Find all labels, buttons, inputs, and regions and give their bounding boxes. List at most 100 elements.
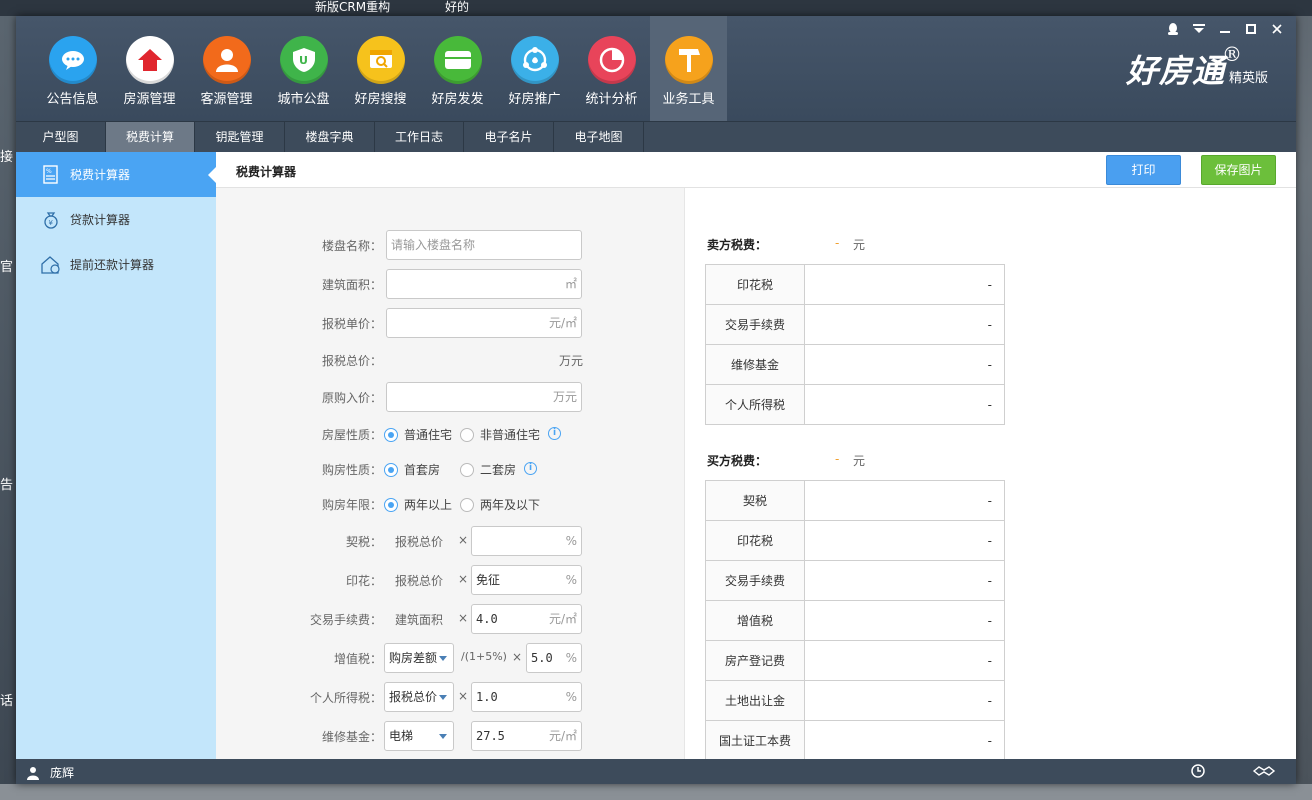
fee-value: - — [804, 520, 1005, 561]
calculator-icon: % — [40, 164, 62, 186]
share-icon — [510, 36, 559, 84]
nav-item-0[interactable]: 公告信息 — [34, 16, 111, 121]
handshake-icon[interactable] — [1252, 763, 1276, 779]
fee-value: - — [804, 264, 1005, 305]
chevron-down-icon — [439, 695, 447, 700]
info-icon[interactable]: i — [548, 427, 561, 440]
radio-second-home[interactable]: 二套房 — [460, 461, 516, 478]
maintenance-fund-rate-input[interactable]: 27.5 元/㎡ — [471, 721, 582, 751]
content-header: 税费计算器 打印 保存图片 — [216, 152, 1296, 188]
fee-name: 个人所得税 — [705, 384, 805, 425]
income-tax-base-select[interactable]: 报税总价 — [384, 682, 454, 712]
info-icon[interactable]: i — [524, 462, 537, 475]
minimize-icon[interactable] — [1212, 20, 1238, 38]
radio-two-years-or-less[interactable]: 两年及以下 — [460, 496, 540, 513]
desktop-task-crm[interactable]: 新版CRM重构 — [315, 0, 390, 16]
fee-name: 交易手续费 — [705, 304, 805, 345]
form-row-estate: 楼盘名称： 请输入楼盘名称 — [216, 230, 684, 260]
nav-item-label: 好房发发 — [431, 92, 484, 107]
fee-value: - — [804, 560, 1005, 601]
multiply-sign: × — [458, 689, 469, 703]
area-input[interactable]: ㎡ — [386, 269, 582, 299]
maintenance-fund-label: 维修基金： — [321, 730, 382, 744]
desktop-taskbar-bottom — [0, 784, 1312, 800]
multiply-sign: × — [458, 611, 469, 625]
deed-tax-base: 报税总价 — [395, 535, 444, 549]
desktop-text: 话 — [0, 694, 14, 709]
tab-floor-plan[interactable]: 户型图 — [16, 122, 106, 153]
nav-item-7[interactable]: 统计分析 — [573, 16, 650, 121]
unit-price-input[interactable]: 元/㎡ — [386, 308, 582, 338]
estate-name-input[interactable]: 请输入楼盘名称 — [386, 230, 582, 260]
buyer-fee-row: 房产登记费 - — [705, 640, 1005, 681]
stamp-duty-base: 报税总价 — [395, 574, 444, 588]
radio-first-home[interactable]: 首套房 — [384, 461, 440, 478]
tab-business-card[interactable]: 电子名片 — [464, 122, 554, 153]
menu-dropdown-icon[interactable] — [1186, 20, 1212, 38]
buyer-fee-row: 印花税 - — [705, 520, 1005, 561]
form-row-unit-price: 报税单价： 元/㎡ — [216, 308, 684, 338]
form-row-house-type: 房屋性质： 普通住宅 非普通住宅 i — [216, 419, 684, 449]
maximize-icon[interactable] — [1238, 20, 1264, 38]
save-image-button[interactable]: 保存图片 — [1201, 155, 1276, 185]
tab-map[interactable]: 电子地图 — [554, 122, 644, 153]
radio-non-ordinary-residence[interactable]: 非普通住宅 — [460, 426, 540, 443]
maintenance-fund-select[interactable]: 电梯 — [384, 721, 454, 751]
nav-item-3[interactable]: U 城市公盘 — [265, 16, 342, 121]
deed-tax-rate-input[interactable]: % — [471, 526, 582, 556]
form-row-trade-fee: 交易手续费： 建筑面积 × 4.0 元/㎡ — [216, 604, 684, 634]
chat-bubble-icon — [48, 36, 97, 84]
desktop-task-chat[interactable]: 好的 — [445, 0, 469, 16]
fee-name: 印花税 — [705, 264, 805, 305]
stamp-duty-rate-input[interactable]: 免征 % — [471, 565, 582, 595]
money-bag-icon: ¥ — [40, 209, 62, 231]
fee-value: - — [804, 600, 1005, 641]
estate-label: 楼盘名称： — [321, 239, 382, 253]
income-tax-rate-input[interactable]: 1.0 % — [471, 682, 582, 712]
tab-tax-calc[interactable]: 税费计算 — [106, 122, 195, 153]
fee-name: 契税 — [705, 480, 805, 521]
print-button[interactable]: 打印 — [1106, 155, 1181, 185]
hammer-icon — [664, 36, 713, 84]
income-tax-label: 个人所得税： — [309, 691, 382, 705]
total-unit: 万元 — [559, 354, 584, 368]
tab-work-log[interactable]: 工作日志 — [375, 122, 464, 153]
form-row-area: 建筑面积： ㎡ — [216, 269, 684, 299]
nav-item-1[interactable]: 房源管理 — [111, 16, 188, 121]
orig-price-input[interactable]: 万元 — [386, 382, 582, 412]
desktop-text: 告 — [0, 478, 14, 493]
close-icon[interactable] — [1264, 20, 1290, 38]
vat-rate-input[interactable]: 5.0 % — [526, 643, 582, 673]
nav-item-2[interactable]: 客源管理 — [188, 16, 265, 121]
unit-price-label: 报税单价： — [321, 317, 382, 331]
nav-item-6[interactable]: 好房推广 — [496, 16, 573, 121]
nav-item-label: 房源管理 — [123, 92, 176, 107]
fee-name: 国土证工本费 — [705, 720, 805, 761]
tab-key-management[interactable]: 钥匙管理 — [195, 122, 285, 153]
trade-fee-base: 建筑面积 — [395, 613, 444, 627]
qq-icon[interactable] — [1160, 20, 1186, 38]
sidebar-item-tax-calculator[interactable]: % 税费计算器 — [16, 152, 216, 197]
trade-fee-rate-input[interactable]: 4.0 元/㎡ — [471, 604, 582, 634]
desktop-text: 官 — [0, 260, 14, 275]
clock-icon[interactable] — [1190, 763, 1206, 779]
buy-type-label: 购房性质： — [321, 463, 382, 477]
window-controls — [1160, 20, 1290, 38]
radio-ordinary-residence[interactable]: 普通住宅 — [384, 426, 452, 443]
sidebar-item-prepayment-calculator[interactable]: 提前还款计算器 — [16, 242, 216, 287]
house-type-label: 房屋性质： — [321, 428, 382, 442]
radio-over-two-years[interactable]: 两年以上 — [384, 496, 452, 513]
nav-item-5[interactable]: 好房发发 — [419, 16, 496, 121]
desktop-text: 接 — [0, 150, 14, 165]
buyer-fees-unit: 元 — [853, 454, 866, 468]
nav-item-8[interactable]: 业务工具 — [650, 16, 727, 121]
sidebar-item-loan-calculator[interactable]: ¥ 贷款计算器 — [16, 197, 216, 242]
current-user[interactable]: 庞辉 — [26, 764, 74, 781]
nav-item-4[interactable]: 好房搜搜 — [342, 16, 419, 121]
fee-value: - — [804, 680, 1005, 721]
seller-fee-row: 维修基金 - — [705, 344, 1005, 385]
buyer-fee-row: 土地出让金 - — [705, 680, 1005, 721]
vat-base-select[interactable]: 购房差额 — [384, 643, 454, 673]
tab-estate-dictionary[interactable]: 楼盘字典 — [285, 122, 375, 153]
svg-text:%: % — [46, 168, 52, 175]
